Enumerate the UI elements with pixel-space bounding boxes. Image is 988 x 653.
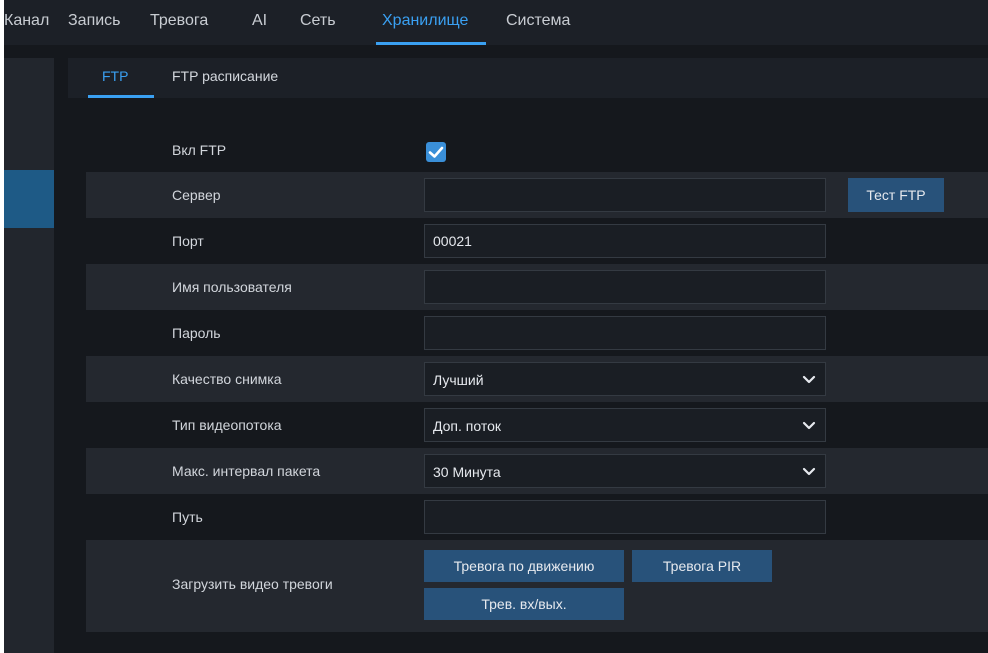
password-input[interactable]: [424, 316, 826, 350]
port-label: Порт: [172, 233, 204, 249]
upload-alarm-video-row: Загрузить видео тревоги Тревога по движе…: [86, 540, 988, 632]
max-packet-interval-value: 30 Минута: [433, 464, 501, 480]
sidebar-active-item[interactable]: [4, 170, 54, 228]
test-ftp-button[interactable]: Тест FTP: [848, 178, 944, 212]
upload-alarm-video-label: Загрузить видео тревоги: [172, 576, 333, 592]
chevron-down-icon: [802, 421, 816, 430]
enable-ftp-checkbox[interactable]: [426, 142, 446, 162]
tab-ftp[interactable]: FTP: [102, 68, 128, 84]
path-input[interactable]: [424, 500, 826, 534]
snapshot-quality-select[interactable]: Лучший: [424, 362, 826, 396]
max-packet-interval-select[interactable]: 30 Минута: [424, 454, 826, 488]
snapshot-quality-row: Качество снимка Лучший: [86, 356, 988, 402]
snapshot-quality-label: Качество снимка: [172, 371, 282, 387]
max-packet-interval-label: Макс. интервал пакета: [172, 463, 321, 479]
stream-type-select[interactable]: Доп. поток: [424, 408, 826, 442]
pir-alarm-button[interactable]: Тревога PIR: [632, 550, 772, 582]
stream-type-label: Тип видеопотока: [172, 417, 282, 433]
enable-ftp-row: Вкл FTP: [86, 128, 988, 172]
nav-network[interactable]: Сеть: [300, 12, 336, 30]
server-label: Сервер: [172, 187, 221, 203]
server-row: Сервер Тест FTP: [86, 172, 988, 218]
password-row: Пароль: [86, 310, 988, 356]
nav-storage[interactable]: Хранилище: [382, 12, 468, 30]
nav-alarm[interactable]: Тревога: [150, 12, 208, 30]
stream-type-row: Тип видеопотока Доп. поток: [86, 402, 988, 448]
server-input[interactable]: [424, 178, 826, 212]
username-input[interactable]: [424, 270, 826, 304]
tab-ftp-schedule[interactable]: FTP расписание: [172, 68, 278, 84]
sub-tab-bar: FTP FTP расписание: [68, 58, 988, 98]
nav-active-underline: [376, 42, 486, 45]
username-row: Имя пользователя: [86, 264, 988, 310]
port-input[interactable]: [424, 224, 826, 258]
ftp-settings-screen: Канал Запись Тревога AI Сеть Хранилище С…: [4, 0, 988, 653]
chevron-down-icon: [802, 375, 816, 384]
left-sidebar: [4, 58, 54, 653]
io-alarm-button[interactable]: Трев. вх/вых.: [424, 588, 624, 620]
username-label: Имя пользователя: [172, 279, 292, 295]
enable-ftp-label: Вкл FTP: [172, 142, 227, 158]
chevron-down-icon: [802, 467, 816, 476]
nav-ai[interactable]: AI: [252, 12, 267, 30]
motion-alarm-button[interactable]: Тревога по движению: [424, 550, 624, 582]
ftp-form: Вкл FTP Сервер Тест FTP Порт Имя пользов…: [54, 98, 988, 653]
nav-channel[interactable]: Канал: [4, 12, 49, 30]
stream-type-value: Доп. поток: [433, 418, 502, 434]
top-navigation-bar: Канал Запись Тревога AI Сеть Хранилище С…: [4, 0, 988, 45]
port-row: Порт: [86, 218, 988, 264]
path-row: Путь: [86, 494, 988, 540]
password-label: Пароль: [172, 325, 221, 341]
nav-record[interactable]: Запись: [68, 12, 121, 30]
nav-system[interactable]: Система: [506, 12, 570, 30]
max-packet-interval-row: Макс. интервал пакета 30 Минута: [86, 448, 988, 494]
path-label: Путь: [172, 509, 203, 525]
snapshot-quality-value: Лучший: [433, 372, 484, 388]
checkmark-icon: [428, 146, 444, 158]
